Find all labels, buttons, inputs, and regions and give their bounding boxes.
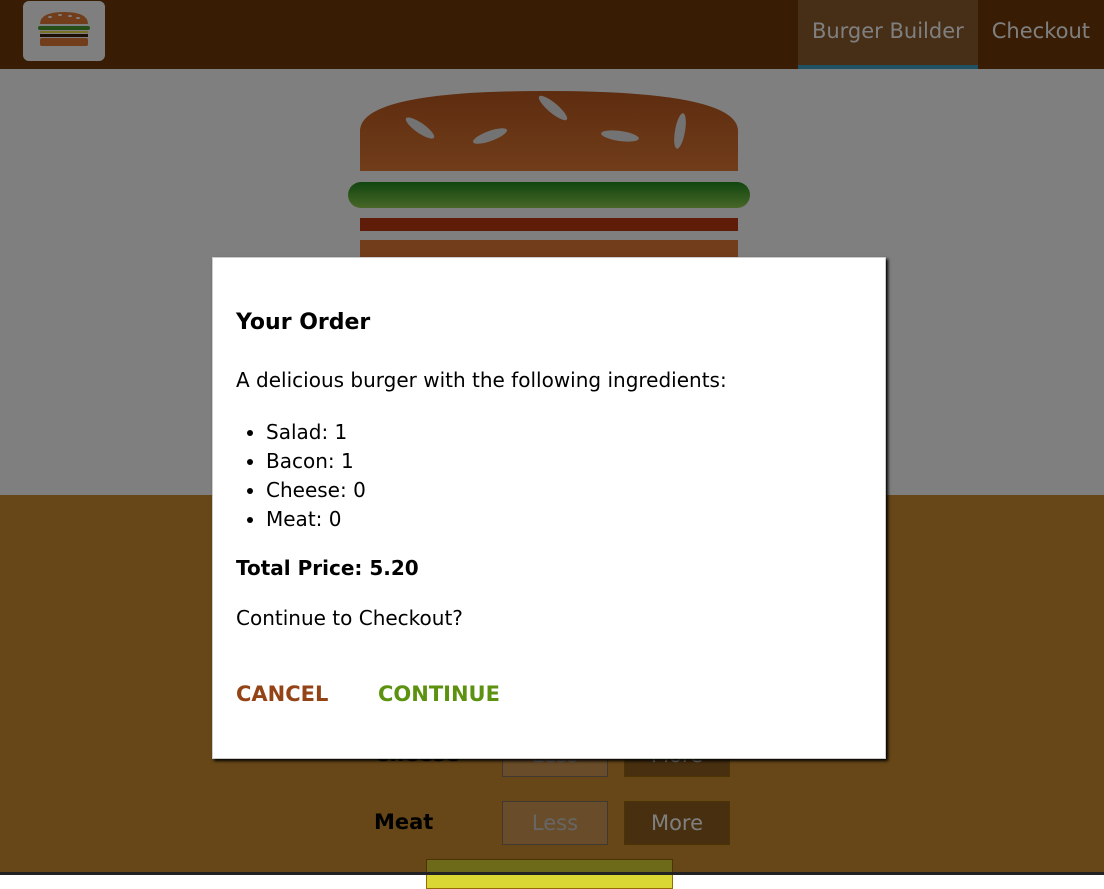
total-price: Total Price: 5.20 [236,556,419,580]
list-item: Cheese: 0 [266,476,366,505]
order-summary-modal: Your Order A delicious burger with the f… [212,257,886,759]
modal-title: Your Order [236,310,371,335]
cancel-button[interactable]: CANCEL [236,682,328,706]
continue-button[interactable]: CONTINUE [378,682,500,706]
ingredient-list: Salad: 1 Bacon: 1 Cheese: 0 Meat: 0 [236,418,366,534]
checkout-question: Continue to Checkout? [236,606,463,630]
modal-intro: A delicious burger with the following in… [236,368,727,392]
list-item: Salad: 1 [266,418,366,447]
list-item: Bacon: 1 [266,447,366,476]
list-item: Meat: 0 [266,505,366,534]
